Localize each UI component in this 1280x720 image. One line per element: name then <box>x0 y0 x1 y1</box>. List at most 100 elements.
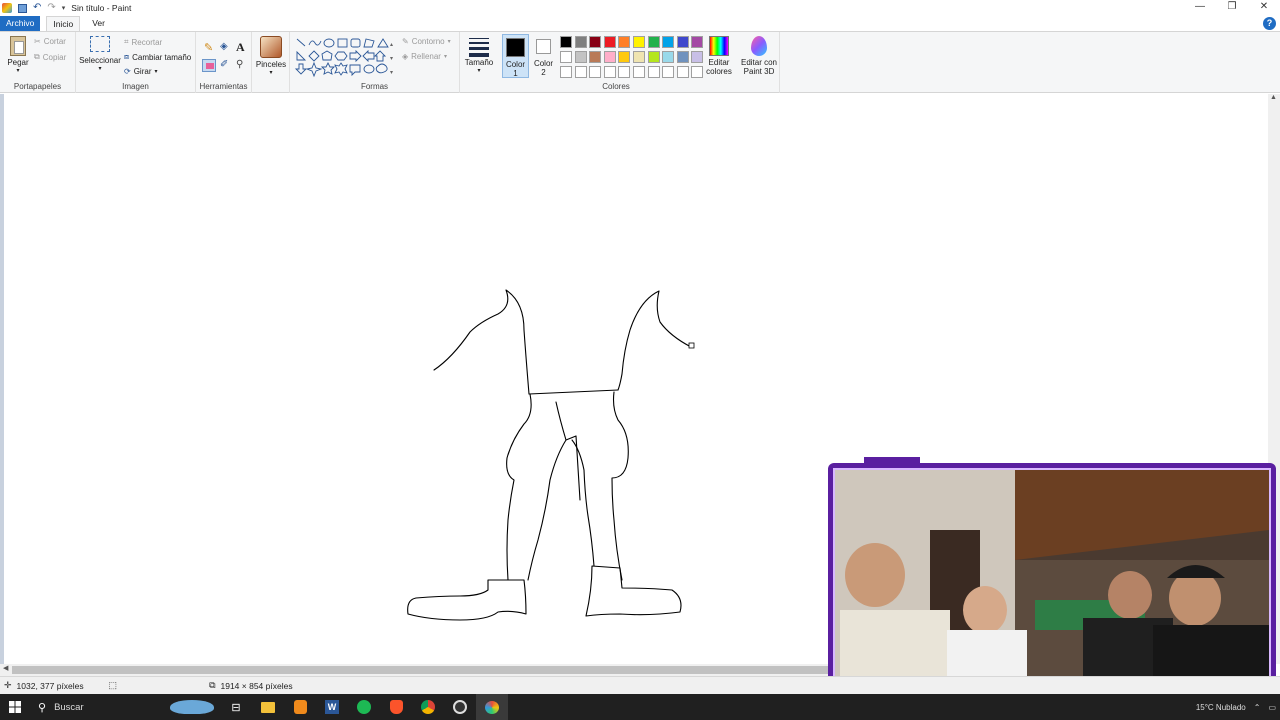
color1-button[interactable]: Color 1 <box>502 34 529 78</box>
obs-icon[interactable] <box>444 694 476 720</box>
shapes-gallery[interactable] <box>294 36 400 80</box>
palette-swatch[interactable] <box>589 36 602 48</box>
fill-bucket-icon[interactable]: ◈ <box>220 41 228 52</box>
shapes-scroll-icon[interactable]: ▴ ▾ ▾ <box>390 38 393 80</box>
word-icon[interactable]: W <box>316 694 348 720</box>
image-group: Seleccionar ▾ ⌗ Recortar ⧈ Cambiar tamaño … <box>76 32 196 93</box>
save-icon[interactable] <box>18 3 27 13</box>
palette-swatch[interactable] <box>633 66 645 78</box>
drawing-waist <box>528 389 619 395</box>
palette-swatch[interactable] <box>633 36 645 48</box>
webcam-scene <box>835 470 1269 700</box>
size-button[interactable]: Tamaño ▾ <box>462 36 496 76</box>
brushes-button[interactable]: Pinceles ▾ <box>254 36 288 78</box>
scroll-left-icon[interactable]: ◀ <box>3 664 8 672</box>
palette-swatch[interactable] <box>647 51 660 63</box>
cut-button[interactable]: ✂ Cortar <box>34 37 66 46</box>
paste-button[interactable]: Pegar ▾ <box>4 36 32 76</box>
taskbar-search[interactable]: ⚲ Buscar <box>30 694 220 720</box>
tab-inicio[interactable]: Inicio <box>46 16 81 31</box>
palette-swatch[interactable] <box>633 51 645 63</box>
minimize-button[interactable]: — <box>1184 0 1216 16</box>
crop-label: Recortar <box>131 37 163 47</box>
maximize-button[interactable]: ❐ <box>1216 0 1248 16</box>
tab-archivo[interactable]: Archivo <box>0 16 41 31</box>
pencil-icon[interactable]: ✎ <box>204 41 213 54</box>
fill-button[interactable]: ◈ Rellenar ▾ <box>402 52 447 61</box>
palette-swatch[interactable] <box>662 36 675 48</box>
fill-icon: ◈ <box>402 52 409 61</box>
undo-icon[interactable]: ↶ <box>33 3 41 13</box>
image-size-icon: ⧉ <box>209 680 216 690</box>
palette-swatch[interactable] <box>574 66 587 78</box>
palette-swatch[interactable] <box>618 51 631 63</box>
palette-swatch[interactable] <box>574 51 587 63</box>
color1-swatch <box>506 38 525 57</box>
palette-swatch[interactable] <box>560 66 572 78</box>
color-picker-icon[interactable]: ✐ <box>220 59 228 70</box>
palette-swatch[interactable] <box>662 66 675 78</box>
palette-swatch[interactable] <box>647 36 660 48</box>
selection-size-icon: ⬚ <box>108 680 118 690</box>
close-button[interactable]: ✕ <box>1248 0 1280 16</box>
palette-swatch[interactable] <box>676 66 689 78</box>
magnifier-icon[interactable]: ⚲ <box>236 59 243 70</box>
chevron-up-icon[interactable]: ⌃ <box>1254 703 1261 712</box>
brushes-dropdown-icon: ▾ <box>269 70 273 76</box>
select-button[interactable]: Seleccionar ▾ <box>79 36 121 74</box>
scroll-up-icon[interactable]: ▲ <box>1270 94 1277 101</box>
tab-ver[interactable]: Ver <box>86 16 111 31</box>
palette-swatch[interactable] <box>618 36 631 48</box>
palette-swatch[interactable] <box>603 51 616 63</box>
cut-label: Cortar <box>43 37 66 46</box>
color2-swatch <box>536 39 551 54</box>
shapes-group: ▴ ▾ ▾ ✎ Contorno ▾ ◈ Rellenar ▾ Formas <box>290 32 460 93</box>
palette-swatch[interactable] <box>647 66 660 78</box>
brave-icon[interactable] <box>380 694 412 720</box>
redo-icon[interactable]: ↷ <box>47 3 55 13</box>
webcam-feed <box>833 468 1271 702</box>
paint3d-button[interactable]: Editar con Paint 3D <box>738 36 780 76</box>
palette-swatch[interactable] <box>618 66 631 78</box>
file-explorer-icon[interactable] <box>252 694 284 720</box>
palette-swatch[interactable] <box>676 51 689 63</box>
drawing-left-leg <box>506 393 532 581</box>
paint3d-icon <box>751 36 767 56</box>
paint-taskbar-icon[interactable] <box>476 694 508 720</box>
chrome-icon[interactable] <box>412 694 444 720</box>
resize-button[interactable]: ⧈ Cambiar tamaño <box>124 52 191 62</box>
rotate-button[interactable]: ⟳ Girar ▾ <box>124 67 158 76</box>
palette-swatch[interactable] <box>574 36 587 48</box>
fill-label: Rellenar <box>411 52 441 61</box>
palette-swatch[interactable] <box>560 51 572 63</box>
palette-swatch[interactable] <box>589 51 602 63</box>
palette-swatch[interactable] <box>676 36 689 48</box>
customize-qat-icon[interactable]: ▾ <box>62 4 66 12</box>
palette-swatch[interactable] <box>603 66 616 78</box>
copy-button[interactable]: ⧉ Copiar <box>34 52 66 62</box>
weather-text[interactable]: 15°C Nublado <box>1196 703 1246 712</box>
task-view-icon[interactable]: ⊟ <box>220 694 252 720</box>
outline-button[interactable]: ✎ Contorno ▾ <box>402 37 451 46</box>
help-icon[interactable]: ? <box>1263 17 1276 30</box>
palette-swatch[interactable] <box>560 36 572 48</box>
spotify-icon[interactable] <box>348 694 380 720</box>
eraser-icon[interactable] <box>202 59 216 72</box>
notification-icon[interactable]: ▭ <box>1268 703 1276 712</box>
rotate-label: Girar <box>133 67 152 76</box>
crop-button[interactable]: ⌗ Recortar <box>124 37 162 47</box>
color1-number: 1 <box>513 69 518 78</box>
fl-studio-icon[interactable] <box>284 694 316 720</box>
palette-swatch[interactable] <box>589 66 602 78</box>
drawing-left-shoe <box>407 579 527 621</box>
edit-colors-button[interactable]: Editar colores <box>702 36 736 76</box>
palette-swatch[interactable] <box>662 51 675 63</box>
resize-label: Cambiar tamaño <box>132 52 192 62</box>
text-icon[interactable]: A <box>236 40 245 55</box>
start-button[interactable] <box>0 694 30 720</box>
tools-group-label: Herramientas <box>199 82 248 91</box>
color2-button[interactable]: Color 2 <box>531 34 556 77</box>
clipboard-group-label: Portapapeles <box>13 82 62 91</box>
palette-swatch[interactable] <box>603 36 616 48</box>
search-icon: ⚲ <box>38 701 47 714</box>
